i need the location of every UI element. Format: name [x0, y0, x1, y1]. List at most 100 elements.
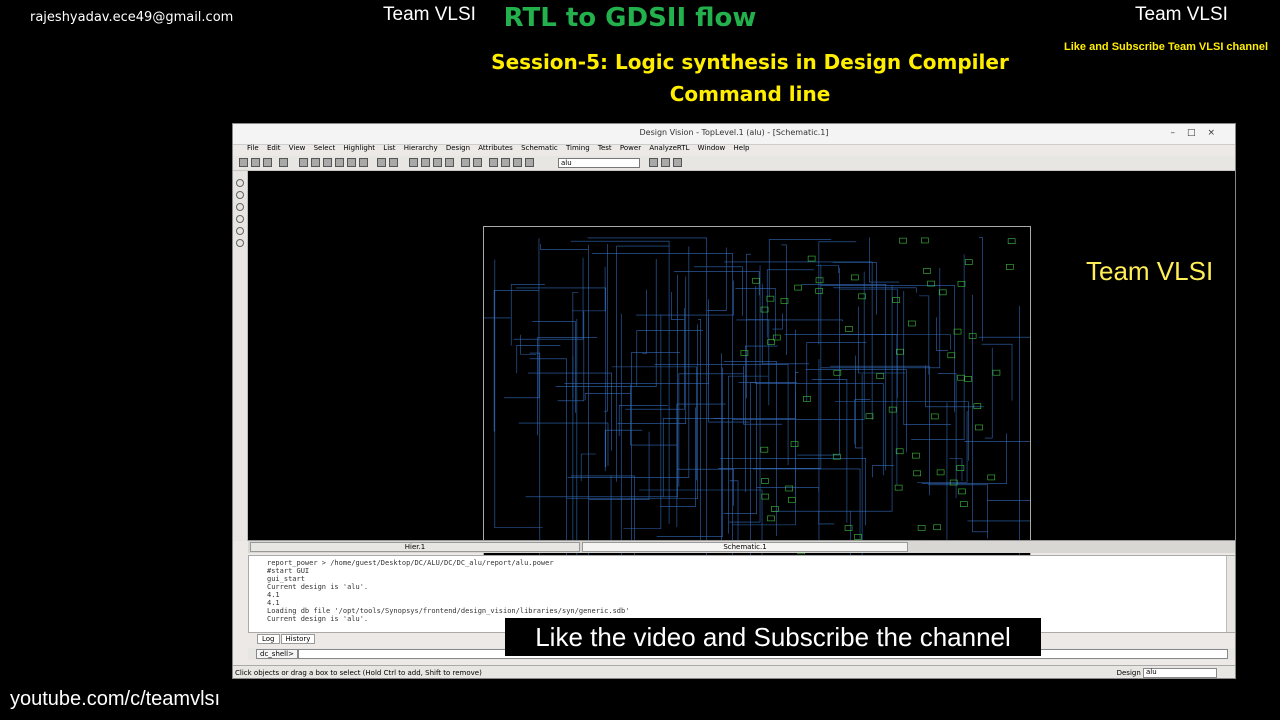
gate-cell [785, 485, 794, 492]
menu-file[interactable]: File [247, 144, 259, 152]
wire [781, 244, 787, 355]
save-icon[interactable] [251, 158, 260, 167]
zoom-fit-icon[interactable] [323, 158, 332, 167]
wire [797, 267, 840, 456]
timing-icon[interactable] [461, 158, 470, 167]
wire [589, 431, 650, 500]
zoom-area-icon[interactable] [335, 158, 344, 167]
status-bar: Click objects or drag a box to select (H… [233, 665, 1235, 678]
gate-cell [960, 501, 968, 507]
gate-cell [964, 376, 972, 382]
menu-highlight[interactable]: Highlight [343, 144, 375, 152]
push-down-icon[interactable] [377, 158, 386, 167]
menu-analyzertl[interactable]: AnalyzeRTL [649, 144, 689, 152]
pop-up-icon[interactable] [389, 158, 398, 167]
wire [750, 382, 797, 564]
menu-view[interactable]: View [289, 144, 306, 152]
wire [949, 458, 963, 482]
gate-cell [894, 484, 903, 491]
info-tool-icon[interactable] [236, 203, 244, 211]
console-scrollbar[interactable] [1226, 556, 1235, 632]
schematic-view-icon[interactable] [409, 158, 418, 167]
gate-cell [933, 524, 942, 531]
wire [928, 484, 988, 539]
gate-cell [854, 534, 862, 540]
menu-window[interactable]: Window [698, 144, 726, 152]
hand-tool-icon[interactable] [236, 239, 244, 247]
wire [820, 285, 955, 413]
tab-hier[interactable]: Hier.1 [250, 542, 580, 552]
wire [978, 237, 983, 341]
go-icon[interactable] [649, 158, 658, 167]
hier-view-icon[interactable] [433, 158, 442, 167]
cut-icon[interactable] [279, 158, 288, 167]
pencil-tool-icon[interactable] [236, 191, 244, 199]
pan-icon[interactable] [359, 158, 368, 167]
wire [986, 500, 1030, 501]
menu-attributes[interactable]: Attributes [478, 144, 513, 152]
menu-timing[interactable]: Timing [566, 144, 590, 152]
wire [567, 246, 690, 478]
design-select[interactable]: alu [558, 158, 640, 168]
minimize-button[interactable]: – [1170, 128, 1187, 138]
zoom-out-tool-icon[interactable] [236, 227, 244, 235]
log-line: Current design is 'alu'. [267, 615, 369, 623]
gate-cell [953, 328, 962, 335]
gate-cell [947, 352, 956, 359]
menu-edit[interactable]: Edit [267, 144, 281, 152]
netlist-icon[interactable] [501, 158, 510, 167]
video-title: RTL to GDSII flow [503, 3, 757, 33]
wire [854, 399, 871, 445]
menu-help[interactable]: Help [734, 144, 750, 152]
tab-schematic[interactable]: Schematic.1 [582, 542, 908, 552]
menu-list[interactable]: List [383, 144, 395, 152]
tab-log[interactable]: Log [257, 634, 280, 644]
refresh-icon[interactable] [661, 158, 670, 167]
session-subtitle: Session-5: Logic synthesis in Design Com… [491, 50, 1009, 74]
report-icon[interactable] [489, 158, 498, 167]
zoom-in-tool-icon[interactable] [236, 215, 244, 223]
select-tool-icon[interactable] [236, 179, 244, 187]
wire [518, 422, 609, 466]
menu-power[interactable]: Power [620, 144, 641, 152]
gate-cell [790, 441, 799, 447]
open-icon[interactable] [239, 158, 248, 167]
histogram-icon[interactable] [473, 158, 482, 167]
wire [903, 290, 952, 425]
gate-cell [956, 465, 965, 471]
zoom-prev-icon[interactable] [347, 158, 356, 167]
wire [698, 319, 701, 542]
gate-cell [892, 297, 900, 303]
menu-schematic[interactable]: Schematic [521, 144, 558, 152]
symbol-view-icon[interactable] [421, 158, 430, 167]
zoom-in-icon[interactable] [299, 158, 308, 167]
schematic-canvas[interactable]: Team VLSI [248, 171, 1235, 576]
path-view-icon[interactable] [445, 158, 454, 167]
schematic-drawing[interactable] [483, 226, 1031, 576]
tab-history[interactable]: History [280, 634, 316, 644]
wire [921, 433, 1007, 484]
gate-cell [845, 326, 853, 332]
gate-cell [760, 446, 769, 453]
wire [642, 289, 647, 354]
log-line: gui_start [267, 575, 305, 583]
filter-icon[interactable] [673, 158, 682, 167]
menu-design[interactable]: Design [446, 144, 470, 152]
wire [816, 265, 840, 273]
gate-cell [921, 237, 929, 244]
wire [676, 468, 734, 506]
gate-cell [973, 403, 982, 409]
wire [972, 294, 989, 533]
gate-cell [964, 259, 973, 265]
print-icon[interactable] [263, 158, 272, 167]
gate-cell [858, 293, 866, 300]
wire [510, 284, 545, 346]
menu-select[interactable]: Select [314, 144, 336, 152]
cell-icon[interactable] [513, 158, 522, 167]
maximize-button[interactable]: □ [1187, 128, 1208, 138]
menu-hierarchy[interactable]: Hierarchy [404, 144, 438, 152]
zoom-out-icon[interactable] [311, 158, 320, 167]
port-icon[interactable] [525, 158, 534, 167]
close-button[interactable]: × [1207, 128, 1227, 138]
menu-test[interactable]: Test [598, 144, 612, 152]
